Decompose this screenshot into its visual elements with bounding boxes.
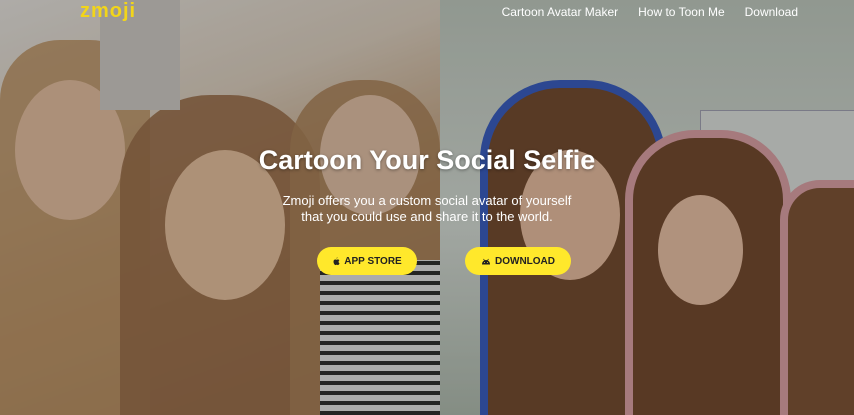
app-store-button[interactable]: APP STORE: [317, 247, 417, 275]
hero-subtitle-line-1: Zmoji offers you a custom social avatar …: [282, 193, 572, 208]
hero-subtitle-line-2: that you could use and share it to the w…: [301, 209, 553, 224]
zmoji-logo[interactable]: zmoji: [80, 0, 136, 23]
android-icon: [481, 258, 491, 265]
hero-subtitle: Zmoji offers you a custom social avatar …: [0, 193, 854, 225]
apple-icon: [332, 256, 340, 266]
hero-title: Cartoon Your Social Selfie: [258, 145, 596, 175]
top-nav: Cartoon Avatar Maker How to Toon Me Down…: [502, 5, 798, 19]
nav-download[interactable]: Download: [745, 5, 798, 19]
app-store-label: APP STORE: [344, 255, 402, 267]
download-button[interactable]: DOWNLOAD: [465, 247, 571, 275]
nav-how-to-toon-me[interactable]: How to Toon Me: [638, 5, 725, 19]
download-label: DOWNLOAD: [495, 255, 555, 267]
nav-cartoon-avatar-maker[interactable]: Cartoon Avatar Maker: [502, 5, 619, 19]
